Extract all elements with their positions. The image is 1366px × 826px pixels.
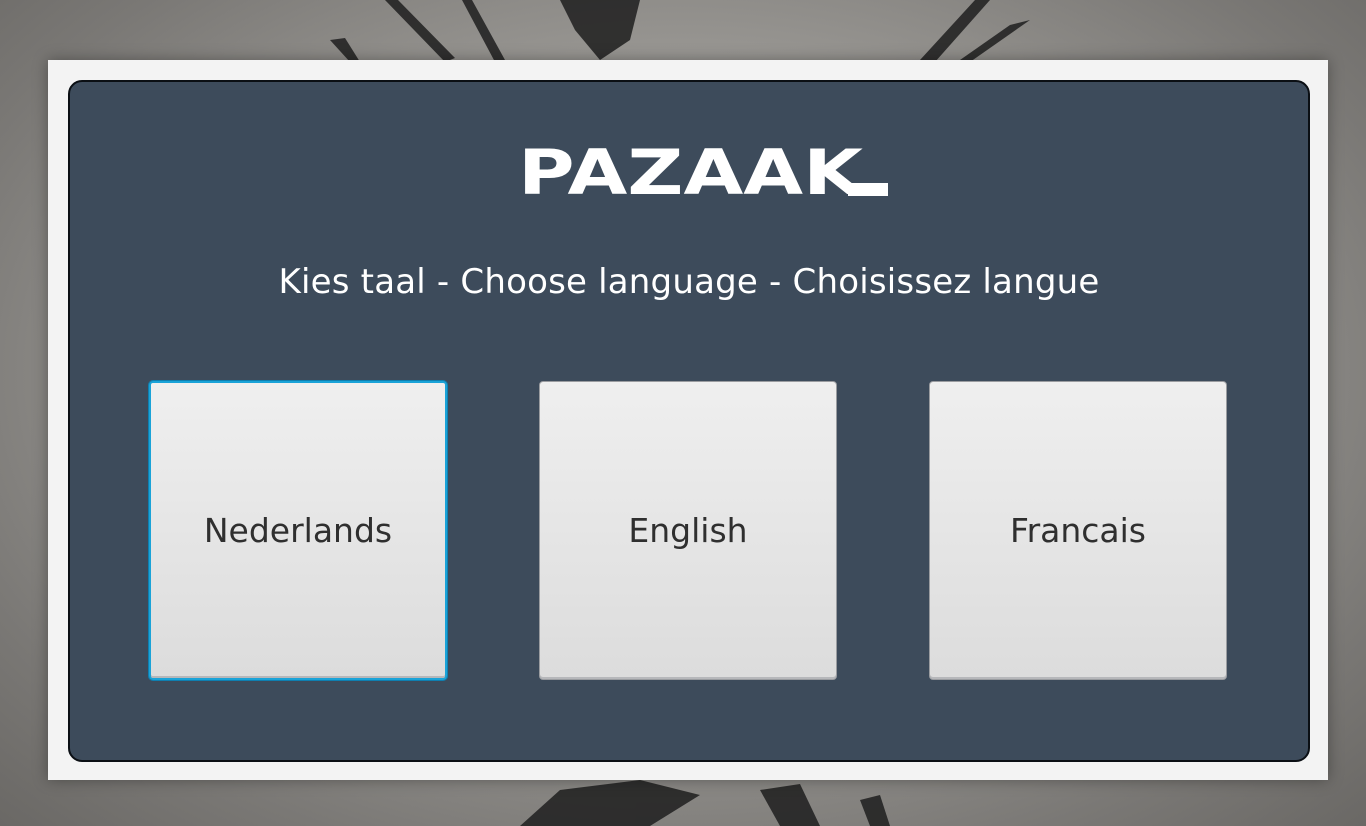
francais-button[interactable]: Francais — [929, 381, 1227, 680]
dialog-frame: PAZAAK Kies taal - Choose language - Cho… — [48, 60, 1328, 780]
francais-button-label: Francais — [1009, 511, 1146, 550]
english-button[interactable]: English — [539, 381, 837, 680]
pazaak-logo: PAZAAK — [518, 136, 890, 209]
language-panel: PAZAAK Kies taal - Choose language - Cho… — [68, 80, 1310, 762]
english-button-label: English — [628, 511, 748, 550]
svg-text:PAZAAK: PAZAAK — [518, 137, 865, 197]
nederlands-button-label: Nederlands — [203, 511, 393, 550]
nederlands-button[interactable]: Nederlands — [149, 381, 447, 680]
choose-language-prompt: Kies taal - Choose language - Choisissez… — [278, 262, 1100, 302]
